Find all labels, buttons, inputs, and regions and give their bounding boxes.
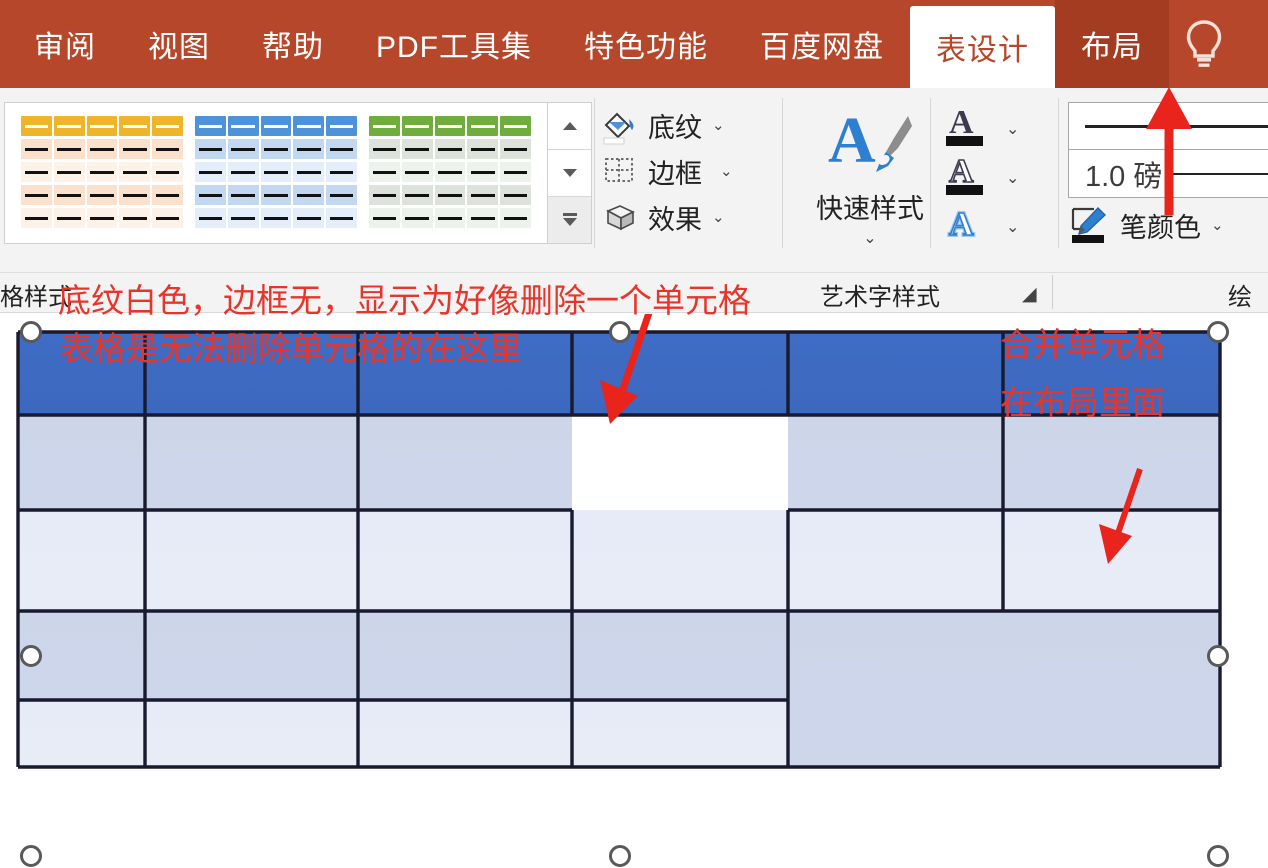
text-outline-button[interactable]: A ⌄	[938, 152, 1048, 203]
chevron-down-icon[interactable]	[548, 150, 591, 197]
text-effects-button[interactable]: A A ⌄	[938, 202, 1048, 251]
wordart-brush-icon: A	[824, 104, 916, 184]
pen-color-icon	[1068, 205, 1112, 245]
svg-text:A: A	[949, 104, 974, 141]
table-style-gold[interactable]	[21, 115, 183, 231]
tab-label: 审阅	[34, 31, 96, 64]
selection-handle-top-left[interactable]	[20, 321, 42, 343]
chevron-down-icon[interactable]: ⌄	[712, 208, 725, 226]
letter-a-glow-icon: A A	[938, 201, 992, 252]
selection-handle-middle-left[interactable]	[20, 645, 42, 667]
dialog-launcher-icon[interactable]: ◢	[1022, 283, 1037, 306]
tab-label: 表设计	[936, 34, 1029, 67]
lightbulb-icon[interactable]	[1169, 0, 1239, 88]
ribbon-body: 底纹 ⌄ 边框 ⌄ 效果 ⌄ A 快速样式 ⌄ A ⌄ A ⌄ A A ⌄ 1.…	[0, 88, 1268, 273]
tab-label: 布局	[1081, 31, 1143, 64]
tab-special-features[interactable]: 特色功能	[558, 0, 734, 88]
chevron-up-icon[interactable]	[548, 103, 591, 150]
ribbon-tab-bar: 审阅 视图 帮助 PDF工具集 特色功能 百度网盘 表设计 布局	[0, 0, 1268, 88]
shading-button[interactable]: 底纹 ⌄	[600, 102, 750, 148]
merged-cell	[788, 611, 1220, 767]
table-styles-gallery	[4, 102, 592, 244]
effects-cube-icon	[600, 197, 640, 237]
letter-a-outline-icon: A	[938, 152, 992, 203]
table-styles-commands: 底纹 ⌄ 边框 ⌄ 效果 ⌄	[600, 102, 750, 240]
tab-label: 帮助	[262, 31, 324, 64]
chevron-down-icon[interactable]: ⌄	[720, 162, 733, 180]
paint-bucket-icon	[600, 105, 640, 145]
annotation-line-1: 底纹白色，边框无，显示为好像删除一个单元格	[58, 281, 751, 320]
chevron-down-icon[interactable]: ⌄	[1006, 119, 1019, 139]
tab-view[interactable]: 视图	[122, 0, 236, 88]
tab-baidu-netdisk[interactable]: 百度网盘	[734, 0, 910, 88]
chevron-down-icon[interactable]: ⌄	[1006, 217, 1019, 237]
svg-text:A: A	[949, 153, 974, 190]
wordart-style-buttons: A ⌄ A ⌄ A A ⌄	[938, 104, 1048, 251]
group-label-wordart-styles: 艺术字样式	[820, 284, 940, 311]
tab-label: 百度网盘	[760, 31, 884, 64]
chevron-down-icon[interactable]: ⌄	[790, 228, 950, 248]
quick-styles-button[interactable]: A 快速样式 ⌄	[790, 104, 950, 248]
more-styles-icon[interactable]	[548, 197, 591, 243]
tab-table-design[interactable]: 表设计	[910, 6, 1055, 88]
table-style-green[interactable]	[369, 115, 531, 231]
annotation-line-3: 合并单元格	[1000, 325, 1165, 364]
group-divider	[782, 98, 783, 248]
shading-label: 底纹	[648, 112, 702, 143]
table-row[interactable]	[18, 700, 788, 767]
chevron-down-icon[interactable]: ⌄	[1211, 216, 1224, 234]
chevron-down-icon[interactable]: ⌄	[1006, 168, 1019, 188]
text-fill-button[interactable]: A ⌄	[938, 104, 1048, 153]
table-row[interactable]	[18, 415, 1220, 510]
selection-handle-bottom-right[interactable]	[1207, 845, 1229, 867]
border-dotted-icon	[600, 151, 640, 191]
svg-text:A: A	[828, 104, 876, 177]
deleted-look-cell	[572, 415, 788, 510]
svg-text:A: A	[949, 206, 974, 243]
annotation-line-2: 表格是无法删除单元格的在这里	[60, 329, 522, 368]
effects-label: 效果	[648, 204, 702, 235]
tab-pdf-tools[interactable]: PDF工具集	[350, 0, 558, 88]
selection-handle-bottom-left[interactable]	[20, 845, 42, 867]
annotation-line-4: 在布局里面	[1000, 383, 1165, 422]
letter-a-fill-icon: A	[938, 103, 992, 154]
table-style-blue[interactable]	[195, 115, 357, 231]
chevron-down-icon[interactable]: ⌄	[712, 116, 725, 134]
effects-button[interactable]: 效果 ⌄	[600, 194, 750, 240]
tab-label: 视图	[148, 31, 210, 64]
selection-handle-middle-right[interactable]	[1207, 645, 1229, 667]
group-divider	[1058, 98, 1059, 248]
selection-handle-bottom-center[interactable]	[609, 845, 631, 867]
tab-label: 特色功能	[584, 31, 708, 64]
selection-handle-top-center[interactable]	[609, 321, 631, 343]
tab-layout[interactable]: 布局	[1055, 0, 1169, 88]
borders-label: 边框	[648, 158, 702, 189]
tab-review[interactable]: 审阅	[0, 0, 122, 88]
table-row[interactable]	[18, 510, 1220, 611]
group-label-draw-borders: 绘	[1228, 284, 1252, 311]
arrow-pen-weight	[1146, 87, 1192, 215]
group-divider	[594, 98, 595, 248]
group-divider	[930, 98, 931, 248]
tab-help[interactable]: 帮助	[236, 0, 350, 88]
tab-label: PDF工具集	[376, 31, 532, 64]
borders-button[interactable]: 边框 ⌄	[600, 148, 750, 194]
selection-handle-top-right[interactable]	[1207, 321, 1229, 343]
quick-styles-label: 快速样式	[816, 194, 924, 224]
gallery-scrollbar	[547, 103, 591, 243]
